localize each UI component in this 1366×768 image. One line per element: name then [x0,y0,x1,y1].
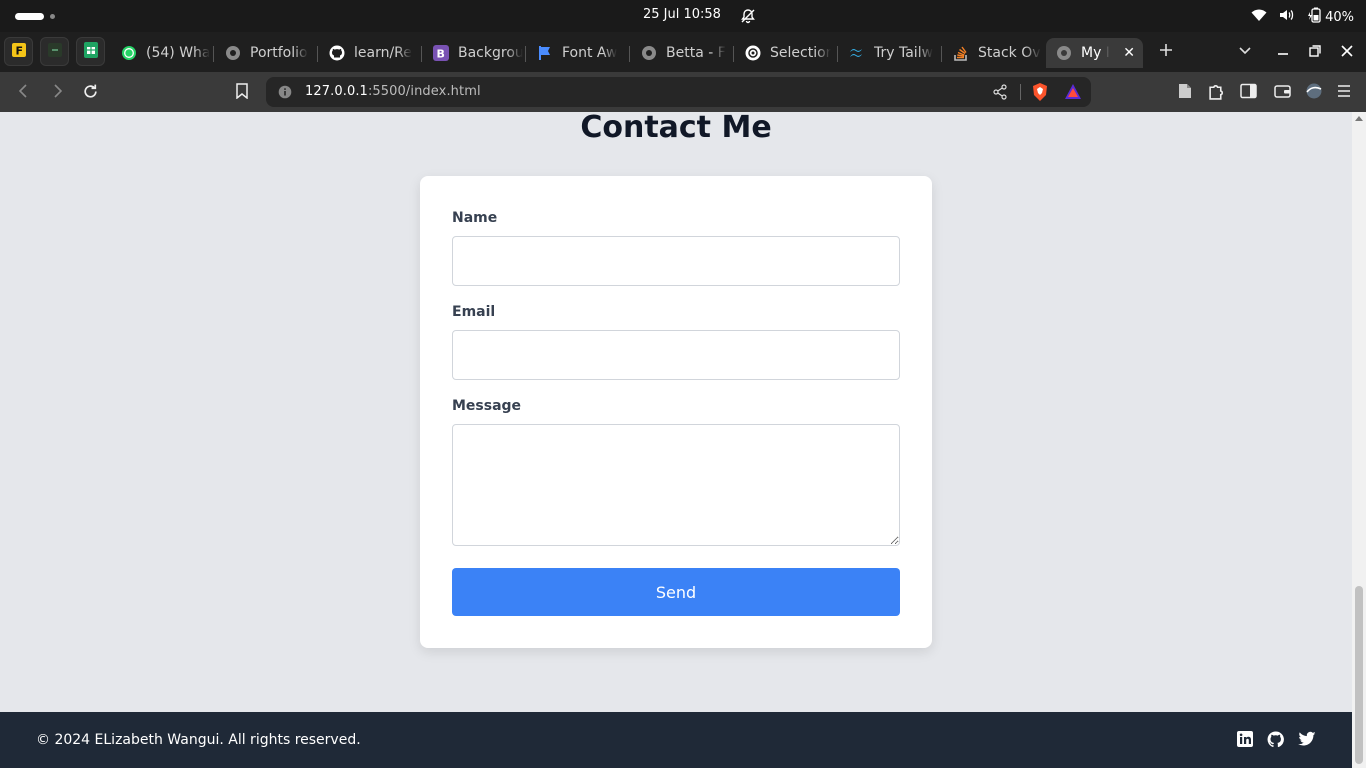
activities-indicator[interactable] [15,13,44,20]
url-text[interactable]: 127.0.0.1:5500/index.html [305,84,481,99]
wifi-icon [1251,9,1267,26]
scroll-up-arrow-icon[interactable] [1355,116,1363,121]
new-tab-plus-icon[interactable] [1158,42,1174,62]
message-label: Message [452,398,522,414]
system-tray[interactable]: 40% [1251,7,1354,27]
restore-window-icon[interactable] [1309,42,1321,61]
tab-separator [525,46,526,62]
email-label: Email [452,304,496,320]
whatsapp-icon [121,45,137,61]
svg-text:F: F [15,45,23,58]
sidebar-toggle-icon[interactable] [1240,83,1257,103]
sheets-icon [83,41,98,62]
tab-separator [941,46,942,62]
linkedin-icon[interactable] [1237,731,1253,751]
tab-betta[interactable]: Betta - F [631,38,731,68]
tab-separator [837,46,838,62]
menu-hamburger-icon[interactable] [1337,83,1351,102]
figma-icon: F [11,42,26,61]
pinned-tab-sheets[interactable] [76,37,105,66]
tab-my-portfolio-active[interactable]: My P ✕ [1046,38,1143,68]
tab-stackoverflow[interactable]: Stack Ov [943,38,1043,68]
workspace-dot [50,14,55,19]
os-top-bar: 25 Jul 10:58 40% [0,0,1366,32]
tab-selection[interactable]: Selectior [735,38,835,68]
bookmark-icon[interactable] [235,83,249,103]
scrollbar-thumb[interactable] [1355,586,1363,764]
tab-tailwind[interactable]: Try Tailw [839,38,939,68]
close-window-icon[interactable] [1341,42,1353,61]
tab-portfolio[interactable]: Portfolio [215,38,315,68]
brave-shields-icon[interactable] [1031,82,1049,106]
bootstrap-icon: B [433,45,449,61]
pinned-tab-figma[interactable]: F [4,37,33,66]
tab-font-awesome[interactable]: Font Aw [527,38,627,68]
flag-icon [537,45,553,61]
github-icon[interactable] [1267,731,1284,752]
page-scrollbar[interactable] [1352,112,1366,768]
bell-muted-icon [740,8,756,28]
volume-icon [1279,8,1295,26]
name-input[interactable] [452,236,900,286]
send-button[interactable]: Send [452,568,900,616]
tab-strip: F (54) Wha Portfolio learn/Re B Backgrou… [0,32,1366,72]
tailwind-icon [849,45,865,61]
battery-percent: 40% [1325,9,1354,25]
twitter-icon[interactable] [1298,731,1316,751]
wallet-icon[interactable] [1274,83,1291,103]
navigation-bar: 127.0.0.1:5500/index.html [0,72,1366,112]
reader-mode-icon[interactable] [1178,83,1192,103]
address-bar[interactable]: 127.0.0.1:5500/index.html [266,77,1091,107]
openai-icon [745,45,761,61]
profile-avatar-icon[interactable] [1306,83,1322,103]
tab-separator [629,46,630,62]
minimize-window-icon[interactable] [1276,42,1290,61]
email-input[interactable] [452,330,900,380]
tab-background[interactable]: B Backgrou [423,38,523,68]
terminal-icon [47,42,62,61]
section-title: Contact Me [580,112,772,145]
site-footer: © 2024 ELizabeth Wangui. All rights rese… [0,712,1352,768]
tab-separator [317,46,318,62]
back-arrow-icon[interactable] [16,83,32,103]
battery-icon [1307,7,1321,27]
url-host: 127.0.0.1 [305,84,368,99]
url-path: :5500/index.html [367,84,481,99]
copyright-text: © 2024 ELizabeth Wangui. All rights rese… [36,732,361,748]
address-bar-divider [1020,84,1021,100]
tab-separator [213,46,214,62]
globe-icon [641,45,657,61]
globe-icon [1056,45,1072,61]
clock[interactable]: 25 Jul 10:58 [643,7,721,22]
message-textarea[interactable] [452,424,900,546]
globe-icon [225,45,241,61]
pinned-tab-terminal[interactable] [40,37,69,66]
close-tab-icon[interactable]: ✕ [1123,45,1135,61]
tab-whatsapp[interactable]: (54) Wha [111,38,211,68]
github-icon [329,45,345,61]
contact-form-card: Name Email Message Send [420,176,932,648]
site-info-icon[interactable] [278,84,292,103]
brave-rewards-icon[interactable] [1064,83,1082,105]
extensions-puzzle-icon[interactable] [1208,83,1225,104]
tab-separator [733,46,734,62]
stackoverflow-icon [953,45,969,61]
reload-icon[interactable] [82,83,99,104]
page-viewport: Contact Me Name Email Message Send © 202… [0,112,1352,768]
tab-search-chevron-icon[interactable] [1238,42,1252,61]
tab-separator [421,46,422,62]
share-icon[interactable] [992,84,1008,104]
svg-text:B: B [437,48,445,61]
tab-github-learn[interactable]: learn/Re [319,38,419,68]
name-label: Name [452,210,498,226]
forward-arrow-icon[interactable] [49,83,65,103]
